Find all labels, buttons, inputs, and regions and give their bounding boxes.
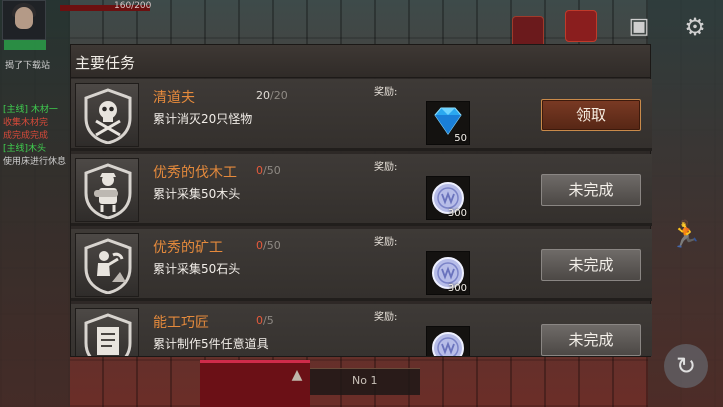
incomplete-button[interactable]: 未完成 (541, 174, 641, 206)
panel-title: 主要任务 (75, 54, 136, 72)
health-text: 160/200 (114, 1, 152, 11)
progress-total: 20 (273, 89, 288, 102)
panel-header: 主要任务 (71, 45, 650, 78)
incomplete-button[interactable]: 未完成 (541, 249, 641, 281)
quest-progress: 20/20 (256, 89, 288, 102)
diamond-icon (434, 107, 462, 135)
avatar[interactable] (2, 0, 46, 40)
quest-description: 累计消灭20只怪物 (153, 112, 253, 126)
quest-name: 优秀的矿工 (153, 240, 223, 256)
reward-label: 奖励: (374, 87, 398, 98)
reward-quantity: 300 (447, 208, 467, 219)
reward-label: 奖励: (374, 162, 398, 173)
quest-badge (75, 308, 139, 356)
quest-progress: 0/5 (256, 314, 274, 327)
progress-total: 50 (266, 239, 281, 252)
reward-quantity: 50 (454, 133, 467, 144)
lumberjack-icon (84, 163, 132, 219)
miner-icon (84, 238, 132, 294)
silver-coin-icon (432, 332, 464, 356)
progress-current: 0 (256, 164, 263, 177)
chat-log[interactable]: [主线] 木材一 收集木材完 成完成完成 [主线]木头 使用床进行休息 (3, 104, 69, 169)
quest-description: 累计制作5件任意道具 (153, 337, 269, 351)
skull-crossbones-icon (84, 88, 132, 144)
quest-progress: 0/50 (256, 164, 281, 177)
health-bar: 160/200 (50, 1, 180, 14)
quest-name: 清道夫 (153, 90, 195, 106)
reward-label: 奖励: (374, 237, 398, 248)
progress-current: 20 (256, 89, 270, 102)
status-chip (4, 40, 46, 50)
chat-line: 使用床进行休息 (3, 157, 67, 167)
chat-line: 收集木材完 (3, 118, 49, 128)
quest-row: 优秀的伐木工 0/50 累计采集50木头 奖励: 300 未完成 (71, 154, 652, 226)
chevron-up-icon[interactable]: ▲ (283, 364, 311, 386)
document-icon (84, 313, 132, 356)
quest-badge (75, 83, 139, 147)
progress-current: 0 (256, 314, 263, 327)
run-icon[interactable]: 🏃 (668, 212, 704, 258)
refresh-icon[interactable]: ↻ (664, 344, 708, 388)
quest-name: 优秀的伐木工 (153, 165, 237, 181)
bottom-label: No 1 (352, 374, 378, 387)
quest-description: 累计采集50石头 (153, 262, 241, 276)
reward-slot[interactable]: 50 (426, 101, 470, 145)
house-icon[interactable] (565, 10, 597, 42)
claim-button[interactable]: 领取 (541, 99, 641, 131)
chat-line: [主线]木头 (3, 144, 47, 154)
chat-line: [主线] 木材一 (3, 105, 58, 115)
quest-row: 能工巧匠 0/5 累计制作5件任意道具 奖励: 未完成 (71, 304, 652, 356)
quest-badge (75, 233, 139, 297)
chat-line: 成完成完成 (3, 131, 49, 141)
bag-icon[interactable]: ▣ (624, 12, 654, 42)
reward-slot[interactable]: 300 (426, 251, 470, 295)
reward-slot[interactable]: 300 (426, 176, 470, 220)
quest-panel: 主要任务 清道夫 20/20 累计消灭20只怪物 奖励: 50 领取 优秀的伐木… (70, 44, 652, 357)
reward-quantity: 300 (447, 283, 467, 294)
hint-text: 揭了下载站 (5, 61, 51, 71)
progress-total: 5 (266, 314, 274, 327)
quest-progress: 0/50 (256, 239, 281, 252)
quest-row: 优秀的矿工 0/50 累计采集50石头 奖励: 300 未完成 (71, 229, 652, 301)
quest-name: 能工巧匠 (153, 315, 209, 331)
reward-slot[interactable] (426, 326, 470, 356)
quest-list[interactable]: 清道夫 20/20 累计消灭20只怪物 奖励: 50 领取 优秀的伐木工 0/5… (71, 79, 652, 356)
reward-label: 奖励: (374, 312, 398, 323)
avatar-face (15, 7, 33, 29)
progress-current: 0 (256, 239, 263, 252)
quest-badge (75, 158, 139, 222)
quest-row: 清道夫 20/20 累计消灭20只怪物 奖励: 50 领取 (71, 79, 652, 151)
quest-description: 累计采集50木头 (153, 187, 241, 201)
progress-total: 50 (266, 164, 281, 177)
incomplete-button[interactable]: 未完成 (541, 324, 641, 356)
gear-icon[interactable]: ⚙ (680, 12, 710, 42)
